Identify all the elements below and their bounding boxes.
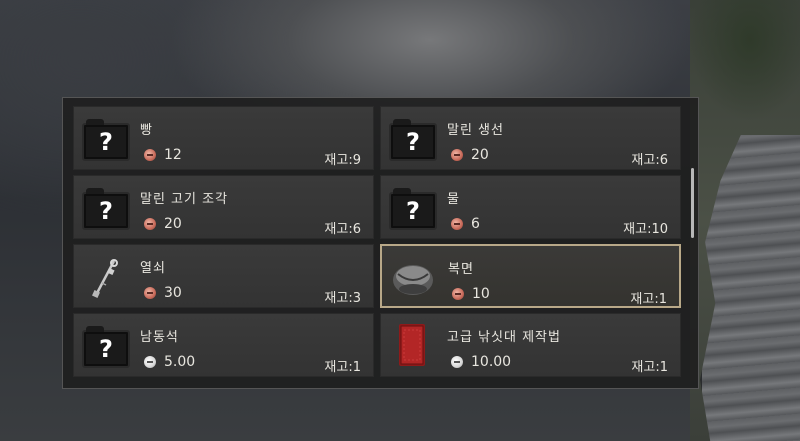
copper-coin-icon: [144, 287, 156, 299]
item-stock: 재고:3: [324, 291, 361, 306]
shop-item-dried-meat[interactable]: ? 말린 고기 조각 20 재고:6: [73, 175, 374, 239]
item-price: 5.00: [144, 354, 195, 370]
item-price: 6: [451, 216, 480, 232]
unknown-item-icon: ?: [82, 117, 130, 161]
item-price: 20: [451, 147, 489, 163]
shop-item-key[interactable]: 열쇠 30 재고:3: [73, 244, 374, 308]
unknown-item-icon: ?: [389, 186, 437, 230]
item-stock: 재고:10: [623, 222, 668, 237]
recipe-book-icon: [389, 324, 435, 368]
unknown-item-icon: ?: [82, 324, 130, 368]
item-price: 10: [452, 286, 490, 302]
item-stock: 재고:9: [324, 153, 361, 168]
item-stock: 재고:6: [631, 153, 668, 168]
item-name: 물: [447, 192, 460, 207]
unknown-item-icon: ?: [389, 117, 437, 161]
shop-item-fishing-rod-recipe[interactable]: 고급 낚싯대 제작법 10.00 재고:1: [380, 313, 681, 377]
item-price: 12: [144, 147, 182, 163]
item-stock: 재고:1: [631, 360, 668, 375]
item-stock: 재고:1: [630, 292, 667, 307]
copper-coin-icon: [451, 218, 463, 230]
item-stock: 재고:6: [324, 222, 361, 237]
copper-coin-icon: [451, 149, 463, 161]
item-price: 20: [144, 216, 182, 232]
item-name: 고급 낚싯대 제작법: [447, 330, 561, 345]
item-name: 열쇠: [140, 261, 166, 276]
item-name: 말린 고기 조각: [140, 192, 229, 207]
copper-coin-icon: [452, 288, 464, 300]
silver-coin-icon: [451, 356, 463, 368]
shop-item-mask[interactable]: 복면 10 재고:1: [380, 244, 681, 308]
item-name: 빵: [140, 123, 153, 138]
shop-item-dried-fish[interactable]: ? 말린 생선 20 재고:6: [380, 106, 681, 170]
copper-coin-icon: [144, 149, 156, 161]
item-name: 남동석: [140, 330, 179, 345]
item-name: 복면: [448, 262, 474, 277]
silver-coin-icon: [144, 356, 156, 368]
item-name: 말린 생선: [447, 123, 504, 138]
scrollbar-thumb[interactable]: [691, 168, 694, 238]
key-icon: [82, 255, 128, 299]
unknown-item-icon: ?: [82, 186, 130, 230]
copper-coin-icon: [144, 218, 156, 230]
shop-panel: ? 빵 12 재고:9 ? 말린 생선 20 재고:6 ? 말린 고기 조각 2…: [62, 97, 699, 389]
shop-item-bread[interactable]: ? 빵 12 재고:9: [73, 106, 374, 170]
mask-icon: [390, 256, 436, 300]
item-stock: 재고:1: [324, 360, 361, 375]
shop-item-azurite[interactable]: ? 남동석 5.00 재고:1: [73, 313, 374, 377]
shop-item-water[interactable]: ? 물 6 재고:10: [380, 175, 681, 239]
item-price: 30: [144, 285, 182, 301]
item-price: 10.00: [451, 354, 511, 370]
